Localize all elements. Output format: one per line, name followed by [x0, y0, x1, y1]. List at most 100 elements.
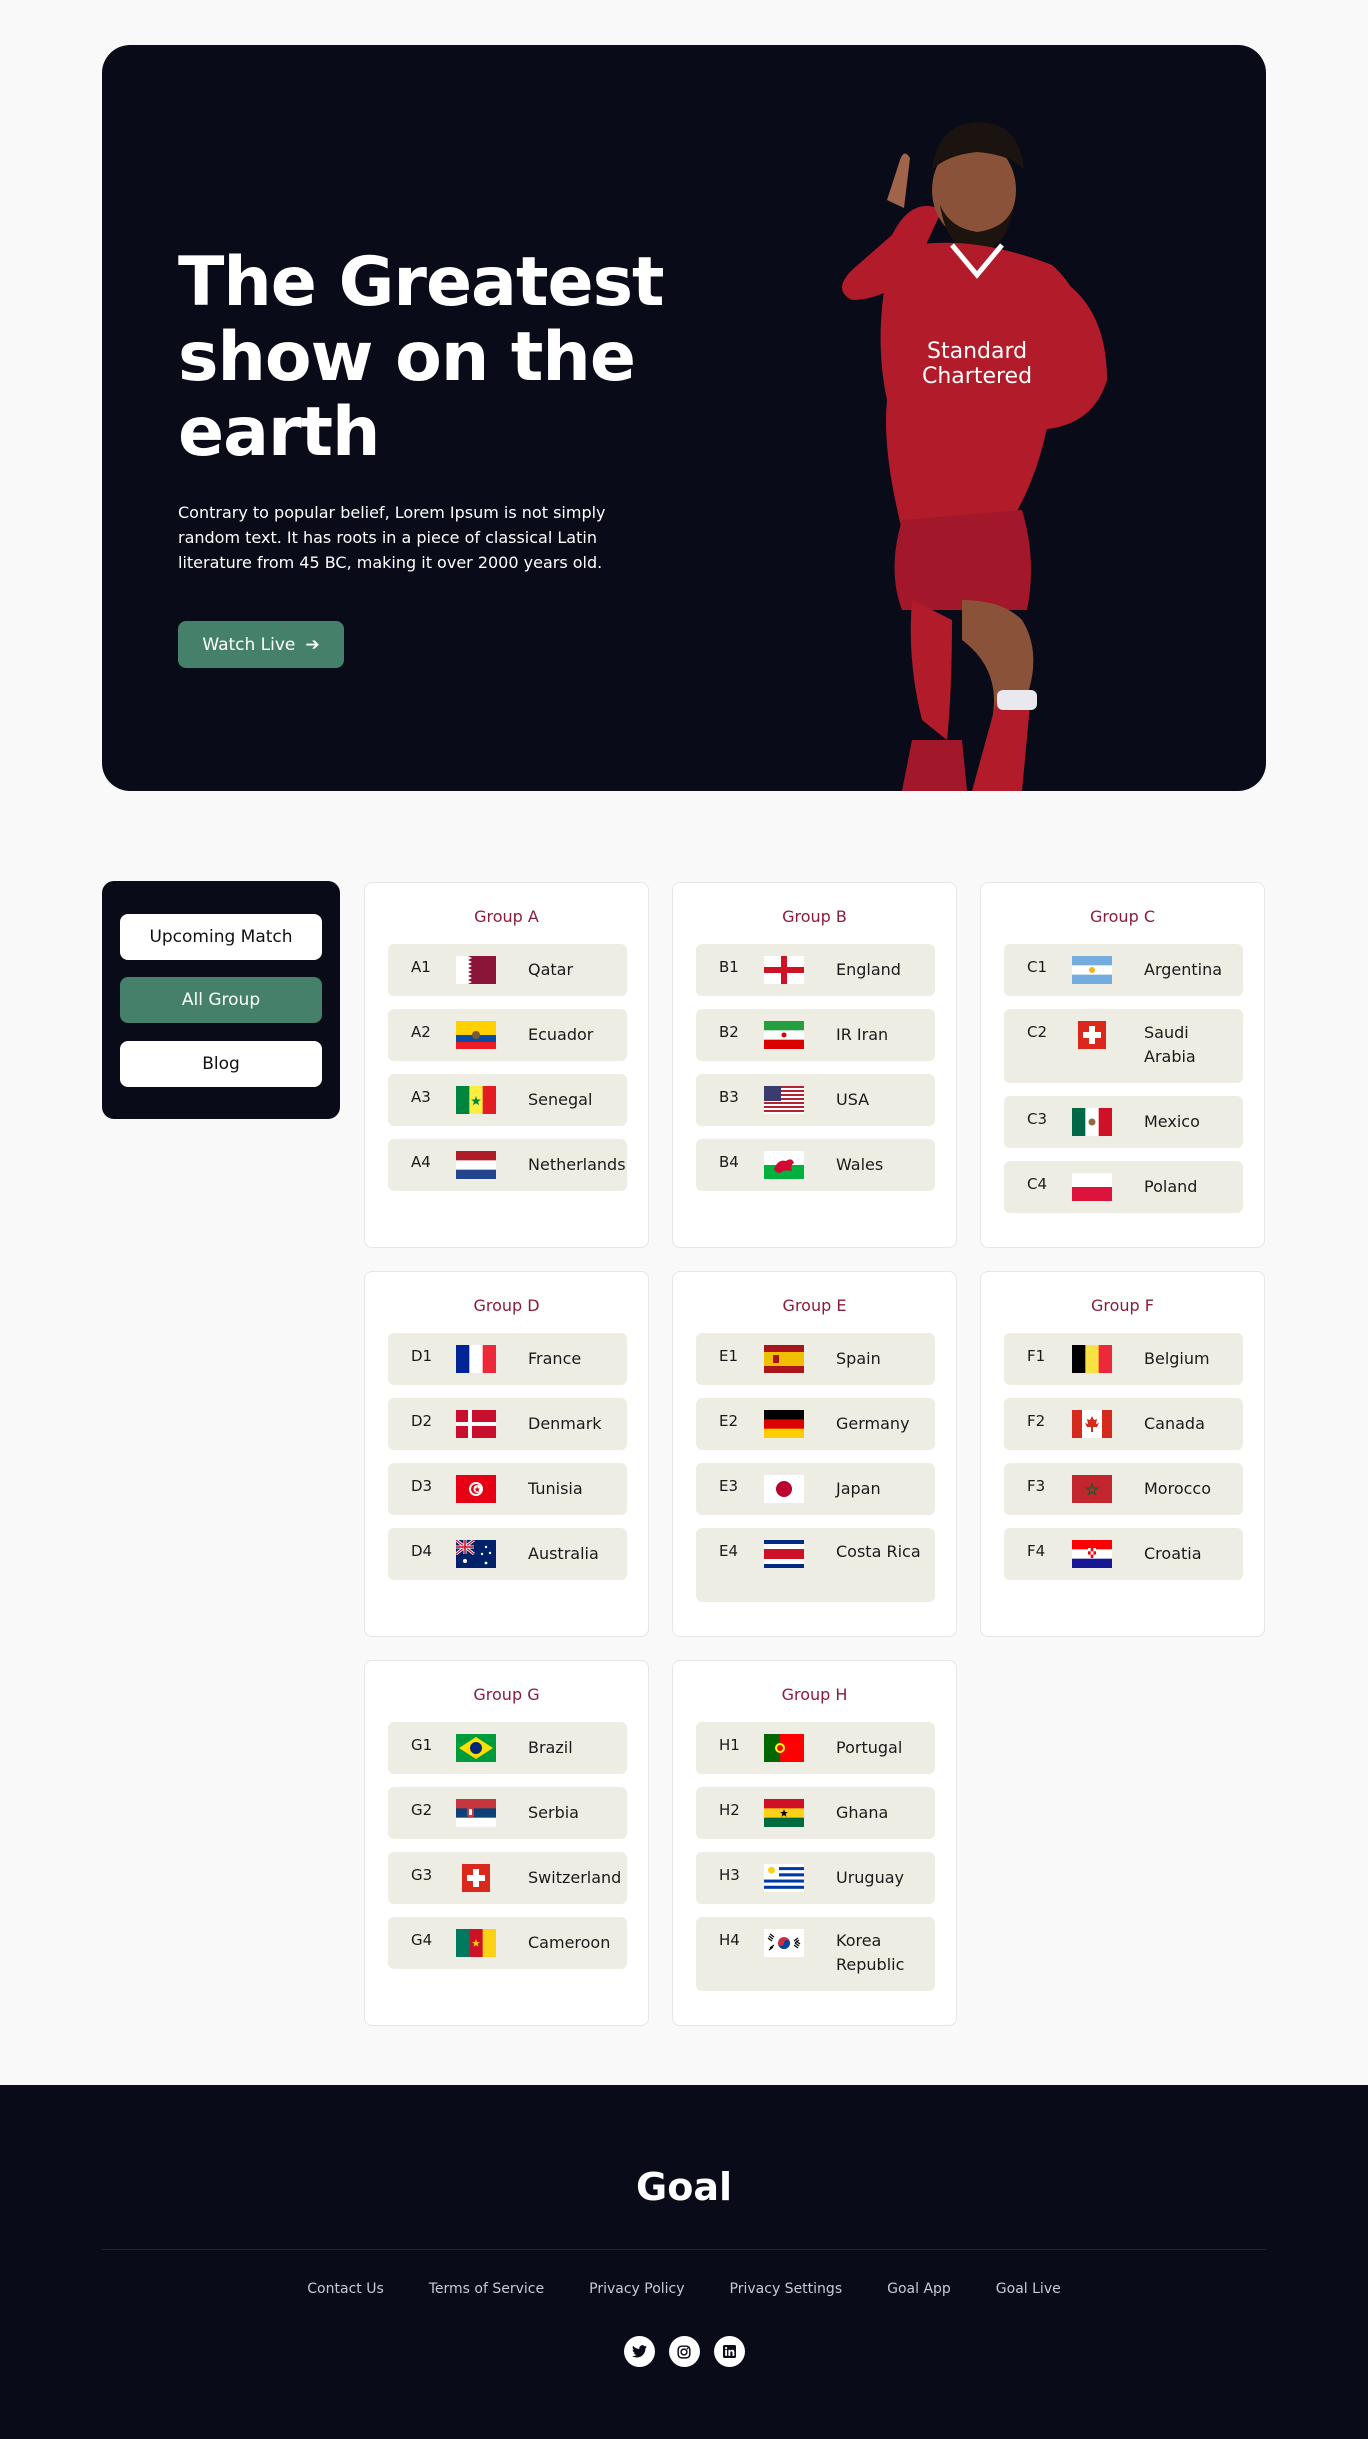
- arrow-right-icon: ➔: [305, 634, 320, 655]
- team-row[interactable]: E3 Japan: [696, 1463, 935, 1515]
- team-row[interactable]: G4 Cameroon: [388, 1917, 627, 1969]
- team-position: F1: [1027, 1347, 1046, 1365]
- footer-link-privacy-settings[interactable]: Privacy Settings: [730, 2281, 843, 2297]
- team-position: E2: [719, 1412, 739, 1430]
- team-row[interactable]: D2 Denmark: [388, 1398, 627, 1450]
- cameroon-flag-icon: [456, 1929, 497, 1957]
- brazil-flag-icon: [456, 1734, 496, 1762]
- tunisia-flag-icon: [456, 1475, 496, 1503]
- upcoming-match-button[interactable]: Upcoming Match: [120, 914, 322, 960]
- team-row[interactable]: H4 Korea Republic: [696, 1917, 935, 1991]
- team-position: F4: [1027, 1542, 1046, 1560]
- team-row[interactable]: B2 IR Iran: [696, 1009, 935, 1061]
- footer: Goal Contact Us Terms of Service Privacy…: [0, 2085, 1368, 2439]
- team-position: G1: [411, 1736, 433, 1754]
- linkedin-icon[interactable]: [713, 2336, 745, 2367]
- team-position: A2: [411, 1023, 431, 1041]
- team-name: Uruguay: [836, 1868, 904, 1887]
- team-name: Brazil: [528, 1738, 573, 1757]
- team-name: Belgium: [1144, 1349, 1210, 1368]
- footer-link-contact-us[interactable]: Contact Us: [307, 2281, 383, 2297]
- belgium-flag-icon: [1072, 1345, 1113, 1373]
- team-position: H4: [719, 1931, 740, 1949]
- instagram-icon[interactable]: [668, 2336, 700, 2367]
- team-row[interactable]: G2 Serbia: [388, 1787, 627, 1839]
- team-row[interactable]: F2 Canada: [1004, 1398, 1243, 1450]
- team-row[interactable]: C4 Poland: [1004, 1161, 1243, 1213]
- team-row[interactable]: E4 Costa Rica: [696, 1528, 935, 1602]
- switzerland-flag-icon: [456, 1864, 496, 1892]
- team-row[interactable]: H1 Portugal: [696, 1722, 935, 1774]
- netherlands-flag-icon: [456, 1151, 496, 1180]
- svg-text:Standard: Standard: [927, 339, 1027, 364]
- team-position: E1: [719, 1347, 739, 1365]
- team-name: Japan: [836, 1479, 881, 1498]
- hero-banner: The Greatest show on the earth Contrary …: [102, 45, 1266, 791]
- team-row[interactable]: A3 Senegal: [388, 1074, 627, 1126]
- team-row[interactable]: C1 Argentina: [1004, 944, 1243, 996]
- team-row[interactable]: A4 Netherlands: [388, 1139, 627, 1191]
- team-row[interactable]: F4 Croatia: [1004, 1528, 1243, 1580]
- group-card: Group G G1 Brazil G2 Serbia G3 Switzerland G4 Ca…: [364, 1660, 649, 2026]
- team-name: Tunisia: [528, 1479, 583, 1498]
- team-row[interactable]: B3 USA: [696, 1074, 935, 1126]
- team-position: H1: [719, 1736, 740, 1754]
- group-title: Group G: [473, 1685, 540, 1704]
- team-name: Poland: [1144, 1177, 1198, 1196]
- team-row[interactable]: H2 Ghana: [696, 1787, 935, 1839]
- footballer-image: Standard Chartered: [842, 122, 1107, 791]
- team-row[interactable]: F3 Morocco: [1004, 1463, 1243, 1515]
- team-row[interactable]: G1 Brazil: [388, 1722, 627, 1774]
- ghana-flag-icon: [764, 1799, 804, 1828]
- footer-link-goal-app[interactable]: Goal App: [887, 2281, 951, 2297]
- senegal-flag-icon: [456, 1086, 497, 1114]
- footer-link-privacy-policy[interactable]: Privacy Policy: [589, 2281, 684, 2297]
- costarica-flag-icon: [764, 1540, 804, 1568]
- team-row[interactable]: E2 Germany: [696, 1398, 935, 1450]
- team-row[interactable]: H3 Uruguay: [696, 1852, 935, 1904]
- team-name: Saudi Arabia: [1144, 1023, 1196, 1066]
- team-row[interactable]: C2 Saudi Arabia: [1004, 1009, 1243, 1083]
- group-title: Group A: [474, 907, 539, 926]
- team-position: A4: [411, 1153, 431, 1171]
- team-row[interactable]: D3 Tunisia: [388, 1463, 627, 1515]
- team-name: Ecuador: [528, 1025, 594, 1044]
- footer-logo: Goal: [636, 2165, 732, 2209]
- team-name: Australia: [528, 1544, 599, 1563]
- footer-link-goal-live[interactable]: Goal Live: [996, 2281, 1061, 2297]
- team-row[interactable]: F1 Belgium: [1004, 1333, 1243, 1385]
- team-position: D1: [411, 1347, 433, 1365]
- team-row[interactable]: B1 England: [696, 944, 935, 996]
- team-row[interactable]: E1 Spain: [696, 1333, 935, 1385]
- team-row[interactable]: B4 Wales: [696, 1139, 935, 1191]
- group-title: Group E: [782, 1296, 847, 1315]
- team-name: Ghana: [836, 1803, 889, 1822]
- team-row[interactable]: A1 Qatar: [388, 944, 627, 996]
- sidebar-menu: Upcoming Match All Group Blog: [102, 881, 340, 1119]
- blog-button[interactable]: Blog: [120, 1041, 322, 1087]
- team-row[interactable]: D4 Australia: [388, 1528, 627, 1580]
- team-position: D3: [411, 1477, 433, 1495]
- team-name: Morocco: [1144, 1479, 1211, 1498]
- team-row[interactable]: A2 Ecuador: [388, 1009, 627, 1061]
- team-position: G3: [411, 1866, 433, 1884]
- uruguay-flag-icon: [764, 1864, 804, 1892]
- croatia-flag-icon: [1072, 1540, 1112, 1569]
- team-row[interactable]: G3 Switzerland: [388, 1852, 627, 1904]
- team-name: France: [528, 1349, 582, 1368]
- group-title: Group C: [1090, 907, 1155, 926]
- wales-flag-icon: [764, 1151, 804, 1179]
- all-group-button[interactable]: All Group: [120, 977, 322, 1023]
- argentina-flag-icon: [1072, 956, 1112, 985]
- footer-link-terms[interactable]: Terms of Service: [429, 2281, 544, 2297]
- watch-live-label: Watch Live: [202, 634, 296, 655]
- team-row[interactable]: D1 France: [388, 1333, 627, 1385]
- group-card: Group H H1 Portugal H2 Ghana H3 Uruguay H4 Korea…: [672, 1660, 957, 2026]
- england-flag-icon: [764, 956, 804, 984]
- twitter-icon[interactable]: [623, 2336, 655, 2367]
- footer-divider: [102, 2249, 1266, 2250]
- team-row[interactable]: C3 Mexico: [1004, 1096, 1243, 1148]
- hero-description: Contrary to popular belief, Lorem Ipsum …: [178, 503, 606, 572]
- usa-flag-icon: [764, 1086, 804, 1114]
- watch-live-button[interactable]: Watch Live ➔: [178, 621, 344, 668]
